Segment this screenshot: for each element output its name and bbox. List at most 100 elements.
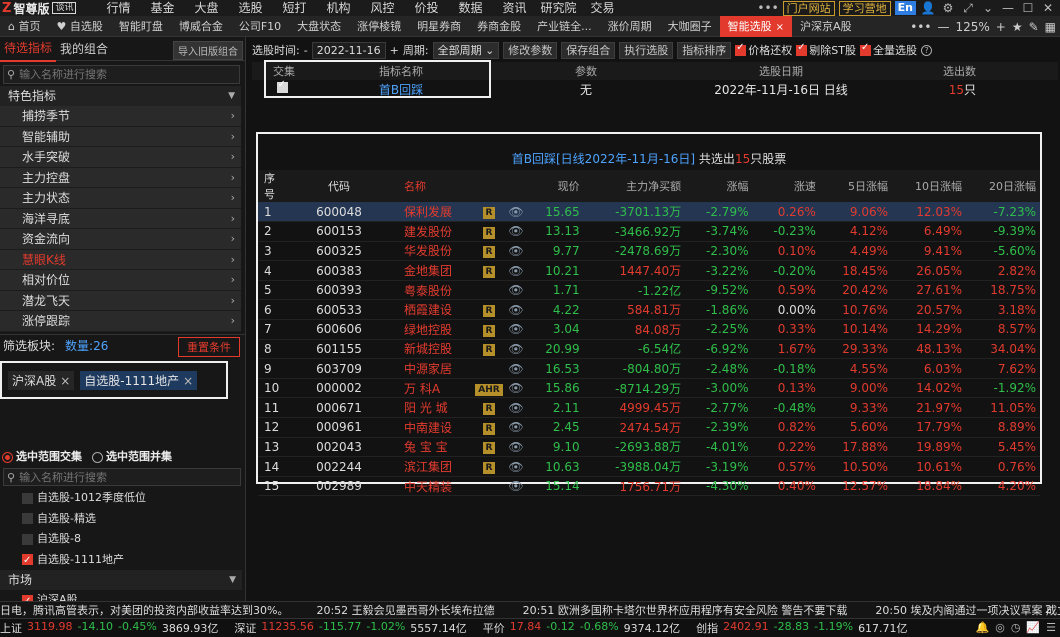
stock-name[interactable]: 兔 宝 宝: [394, 437, 474, 458]
stock-tag-badge[interactable]: R: [482, 266, 496, 279]
indicator-search-input[interactable]: [19, 68, 220, 81]
eye-icon[interactable]: 👁: [504, 299, 528, 321]
eye-icon[interactable]: 👁: [504, 260, 528, 281]
pool-search-input[interactable]: [19, 470, 220, 484]
chevron-down-icon[interactable]: ⌄: [980, 1, 996, 15]
table-row[interactable]: 5 600393 粤泰股份 👁 1.71 -1.22亿 -9.52% 0.59% 20.42% 2…: [258, 280, 1040, 301]
target-icon[interactable]: ◎: [995, 621, 1005, 634]
tab-item[interactable]: 大盘状态: [289, 16, 349, 37]
tab-item[interactable]: ⌂ 首页: [0, 16, 48, 37]
tab-my-combos[interactable]: 我的组合: [56, 37, 112, 61]
portal-button[interactable]: 门户网站: [782, 0, 835, 16]
tab-item[interactable]: 公司F10: [231, 16, 289, 37]
column-header[interactable]: 5日涨幅: [819, 170, 893, 202]
table-row[interactable]: 9 603709 中源家居 👁 16.53 -804.80万 -2.48% -0.18% 4.5…: [258, 358, 1040, 379]
pool-item[interactable]: 自选股-1111地产: [0, 550, 246, 571]
column-header[interactable]: 10日涨幅: [892, 170, 966, 202]
column-header[interactable]: [504, 170, 528, 202]
table-row[interactable]: 13 002043 兔 宝 宝 R 👁 9.10 -2693.88万 -4.01% 0.22% 1…: [258, 437, 1040, 458]
pool-item[interactable]: 自选股-1012季度低位: [0, 488, 246, 509]
date-input[interactable]: 2022-11-16: [311, 41, 386, 59]
grid-icon[interactable]: ▦: [1045, 20, 1056, 34]
table-row[interactable]: 4 600383 金地集团 R 👁 10.21 1447.40万 -3.22% -0.20% 18…: [258, 260, 1040, 281]
eye-icon[interactable]: 👁: [504, 202, 528, 223]
stock-tag-badge[interactable]: R: [482, 422, 496, 435]
stock-name[interactable]: 新城控股: [394, 339, 474, 360]
save-combo-button[interactable]: 保存组合: [561, 41, 616, 59]
stock-name[interactable]: 万 科A: [394, 378, 474, 399]
category-feature-indicators[interactable]: 特色指标 ▼: [0, 86, 241, 106]
expand-icon[interactable]: ⤢: [960, 1, 976, 16]
zoom-in-icon[interactable]: +: [996, 20, 1006, 34]
menu-item[interactable]: 价投: [404, 0, 448, 16]
indicator-item[interactable]: 潜龙飞天 ›: [0, 290, 241, 311]
indicator-item[interactable]: 涨停跟踪 ›: [0, 311, 241, 332]
tab-item[interactable]: 智能盯盘: [111, 16, 171, 37]
table-row[interactable]: 15 002989 中天精装 👁 15.14 1756.71万 -4.30% 0.40% 12.…: [258, 476, 1040, 497]
price-adjust-checkbox[interactable]: 价格还权: [735, 42, 792, 58]
eye-icon[interactable]: 👁: [504, 358, 528, 379]
tab-item[interactable]: 产业链全...: [529, 16, 600, 37]
pool-item[interactable]: 自选股-精选: [0, 509, 246, 530]
stock-tag-badge[interactable]: R: [482, 403, 496, 416]
eye-icon[interactable]: 👁: [504, 397, 528, 419]
news-item[interactable]: 20:52 王毅会见墨西哥外长埃布拉德: [316, 602, 494, 618]
indicator-item[interactable]: 相对价位 ›: [0, 270, 241, 291]
column-header[interactable]: 名称: [394, 170, 474, 202]
column-header[interactable]: 涨速: [752, 170, 820, 202]
edit-params-button[interactable]: 修改参数: [503, 41, 558, 59]
stock-name[interactable]: 粤泰股份: [394, 280, 474, 301]
table-row[interactable]: 12 000961 中南建设 R 👁 2.45 2474.54万 -2.39% 0.82% 5.6…: [258, 417, 1040, 438]
table-row[interactable]: 11 000671 阳 光 城 R 👁 2.11 4999.45万 -2.77% -0.48% 9…: [258, 397, 1040, 419]
bell-icon[interactable]: 🔔: [976, 621, 990, 634]
minimize-icon[interactable]: —: [1000, 1, 1016, 15]
indicator-row[interactable]: 首B回踩 无 2022年-11月-16日 日线 15只: [252, 79, 1058, 98]
radio-union[interactable]: 选中范围并集: [92, 448, 172, 464]
indicator-item[interactable]: 智能辅助 ›: [0, 126, 241, 147]
stock-tag-badge[interactable]: R: [482, 324, 496, 337]
news-item[interactable]: 日电，腾讯高管表示，对美团的投资内部收益率达到30%。: [0, 602, 288, 618]
date-decrement-button[interactable]: -: [304, 44, 308, 57]
stock-tag-badge[interactable]: R: [482, 246, 496, 259]
settings-icon[interactable]: ⚙: [940, 1, 956, 15]
eye-icon[interactable]: 👁: [504, 319, 528, 340]
indicator-item[interactable]: 慧眼K线 ›: [0, 249, 241, 270]
user-icon[interactable]: 👤: [920, 1, 936, 15]
tab-item[interactable]: 涨价周期: [600, 16, 660, 37]
indicator-item[interactable]: 捕捞季节 ›: [0, 106, 241, 127]
stock-tag-badge[interactable]: R: [482, 305, 496, 318]
run-selection-button[interactable]: 执行选股: [619, 41, 674, 59]
stock-name[interactable]: 滨江集团: [394, 456, 474, 477]
stock-name[interactable]: 中源家居: [394, 358, 474, 379]
sector-chip[interactable]: 自选股-1111地产 ×: [80, 370, 198, 390]
remove-chip-icon[interactable]: ×: [183, 374, 193, 388]
news-item[interactable]: 20:50 埃及内阁通过一项决议草案 成立最高投资委员会: [875, 602, 1060, 618]
tab-candidate-indicators[interactable]: 待选指标: [0, 36, 57, 62]
sort-indicators-button[interactable]: 指标排序: [677, 41, 732, 59]
menu-item[interactable]: 机构: [316, 0, 360, 16]
pool-item[interactable]: 自选股-8: [0, 529, 246, 550]
stock-tag-badge[interactable]: R: [482, 442, 496, 455]
eye-icon[interactable]: 👁: [504, 456, 528, 477]
stock-name[interactable]: 建发股份: [394, 221, 474, 242]
index-quote[interactable]: 平价 17.84 -0.12 -0.68% 9374.12亿: [483, 620, 680, 636]
stock-name[interactable]: 华发股份: [394, 241, 474, 262]
maximize-icon[interactable]: ☐: [1020, 1, 1036, 15]
table-row[interactable]: 3 600325 华发股份 R 👁 9.77 -2478.69万 -2.30% 0.10% 4.4…: [258, 241, 1040, 262]
zoom-out-icon[interactable]: —: [937, 20, 949, 34]
table-row[interactable]: 7 600606 绿地控股 R 👁 3.04 84.08万 -2.25% 0.33% 10.14%…: [258, 319, 1040, 340]
eye-icon[interactable]: 👁: [504, 280, 528, 301]
stock-tag-badge[interactable]: R: [482, 462, 496, 475]
tab-item[interactable]: 沪深京A股: [792, 16, 860, 37]
learning-button[interactable]: 学习营地: [838, 0, 891, 16]
stock-name[interactable]: 绿地控股: [394, 319, 474, 340]
eye-icon[interactable]: 👁: [504, 476, 528, 497]
period-select[interactable]: 全部周期 ⌄: [432, 41, 500, 59]
table-row[interactable]: 10 000002 万 科A AHR 👁 15.86 -8714.29万 -3.00% 0.13…: [258, 378, 1040, 399]
stock-name[interactable]: 中南建设: [394, 417, 474, 438]
stock-name[interactable]: 阳 光 城: [394, 397, 474, 419]
index-quote[interactable]: 上证 3119.98 -14.10 -0.45% 3869.93亿: [0, 620, 218, 636]
intersect-checkbox[interactable]: [252, 79, 316, 96]
stock-tag-badge[interactable]: AHR: [475, 383, 503, 396]
indicator-item[interactable]: 海洋寻底 ›: [0, 208, 241, 229]
